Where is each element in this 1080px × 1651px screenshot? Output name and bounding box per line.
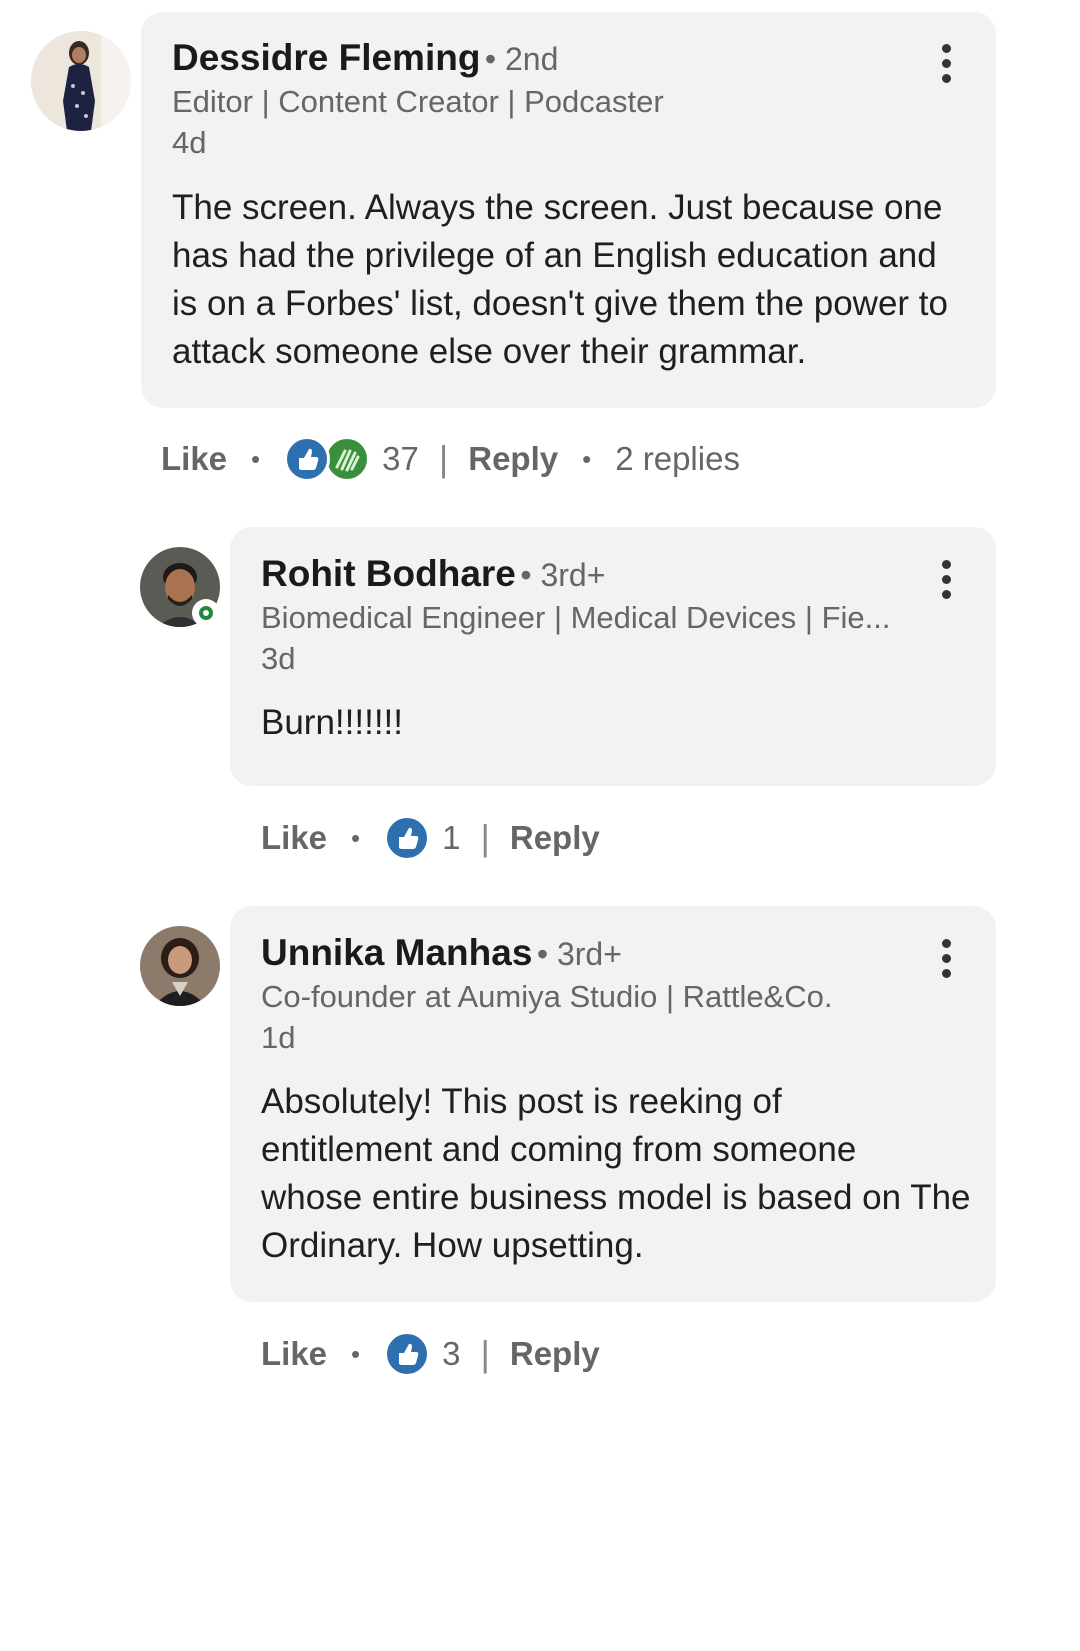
author-name[interactable]: Unnika Manhas [261, 932, 532, 973]
author-line: Rohit Bodhare • 3rd+ [261, 553, 605, 595]
comment-time: 1d [261, 1020, 296, 1055]
separator-dot: • [351, 822, 361, 853]
author-name[interactable]: Rohit Bodhare [261, 553, 516, 594]
connection-degree: • 2nd [484, 41, 559, 77]
like-button[interactable]: Like [261, 1335, 327, 1373]
author-line: Dessidre Fleming • 2nd [172, 37, 558, 79]
author-name[interactable]: Dessidre Fleming [172, 37, 480, 78]
separator-dot: • [251, 443, 261, 474]
author-headline: Editor | Content Creator | Podcaster [172, 84, 664, 119]
separator-dot: • [582, 443, 592, 474]
comment-body: The screen. Always the screen. Just beca… [172, 184, 972, 376]
comment-actions: Like • 3 | Reply [261, 1331, 600, 1377]
reply-button[interactable]: Reply [510, 1335, 600, 1373]
replies-count-link[interactable]: 2 replies [615, 440, 740, 478]
celebrate-reaction-icon[interactable] [324, 436, 371, 482]
like-reaction-icon[interactable] [384, 1331, 431, 1377]
author-headline: Co-founder at Aumiya Studio | Rattle&Co. [261, 979, 833, 1014]
comment-body-line: attack someone else over their grammar. [172, 332, 807, 371]
author-line: Unnika Manhas • 3rd+ [261, 932, 622, 974]
more-vertical-icon[interactable] [939, 939, 953, 978]
comment-actions: Like • 37 | Reply • 2 replies [161, 436, 740, 482]
more-vertical-icon[interactable] [939, 44, 953, 83]
avatar[interactable] [140, 926, 220, 1006]
divider: | [480, 1333, 490, 1374]
like-button[interactable]: Like [261, 819, 327, 857]
like-reaction-icon[interactable] [384, 815, 431, 861]
comment-body-line: Ordinary. How upsetting. [261, 1226, 644, 1265]
more-vertical-icon[interactable] [939, 560, 953, 599]
comment-body-line: whose entire business model is based on … [261, 1178, 971, 1217]
online-status-indicator [192, 599, 220, 627]
reply-button[interactable]: Reply [510, 819, 600, 857]
divider: | [480, 817, 490, 858]
reply-button[interactable]: Reply [468, 440, 558, 478]
reaction-count[interactable]: 1 [442, 819, 460, 857]
author-headline: Biomedical Engineer | Medical Devices | … [261, 600, 891, 635]
separator-dot: • [351, 1338, 361, 1369]
connection-degree: • 3rd+ [520, 557, 606, 593]
comment-body-line: Burn!!!!!!! [261, 703, 403, 742]
comment-body-line: has had the privilege of an English educ… [172, 236, 937, 275]
comment-body: Burn!!!!!!! [261, 699, 961, 747]
avatar[interactable] [31, 31, 131, 131]
comment-actions: Like • 1 | Reply [261, 815, 600, 861]
connection-degree: • 3rd+ [536, 936, 622, 972]
comment-body-line: entitlement and coming from someone [261, 1130, 857, 1169]
comment-body-line: is on a Forbes' list, doesn't give them … [172, 284, 948, 323]
like-reaction-icon[interactable] [284, 436, 331, 482]
comment-time: 3d [261, 641, 296, 676]
divider: | [438, 438, 449, 479]
comment-body: Absolutely! This post is reeking of enti… [261, 1078, 981, 1270]
reaction-count[interactable]: 3 [442, 1335, 460, 1373]
comment-body-line: The screen. Always the screen. Just beca… [172, 188, 943, 227]
like-button[interactable]: Like [161, 440, 227, 478]
comment-time: 4d [172, 125, 207, 160]
comment-body-line: Absolutely! This post is reeking of [261, 1082, 782, 1121]
reaction-count[interactable]: 37 [382, 440, 419, 478]
